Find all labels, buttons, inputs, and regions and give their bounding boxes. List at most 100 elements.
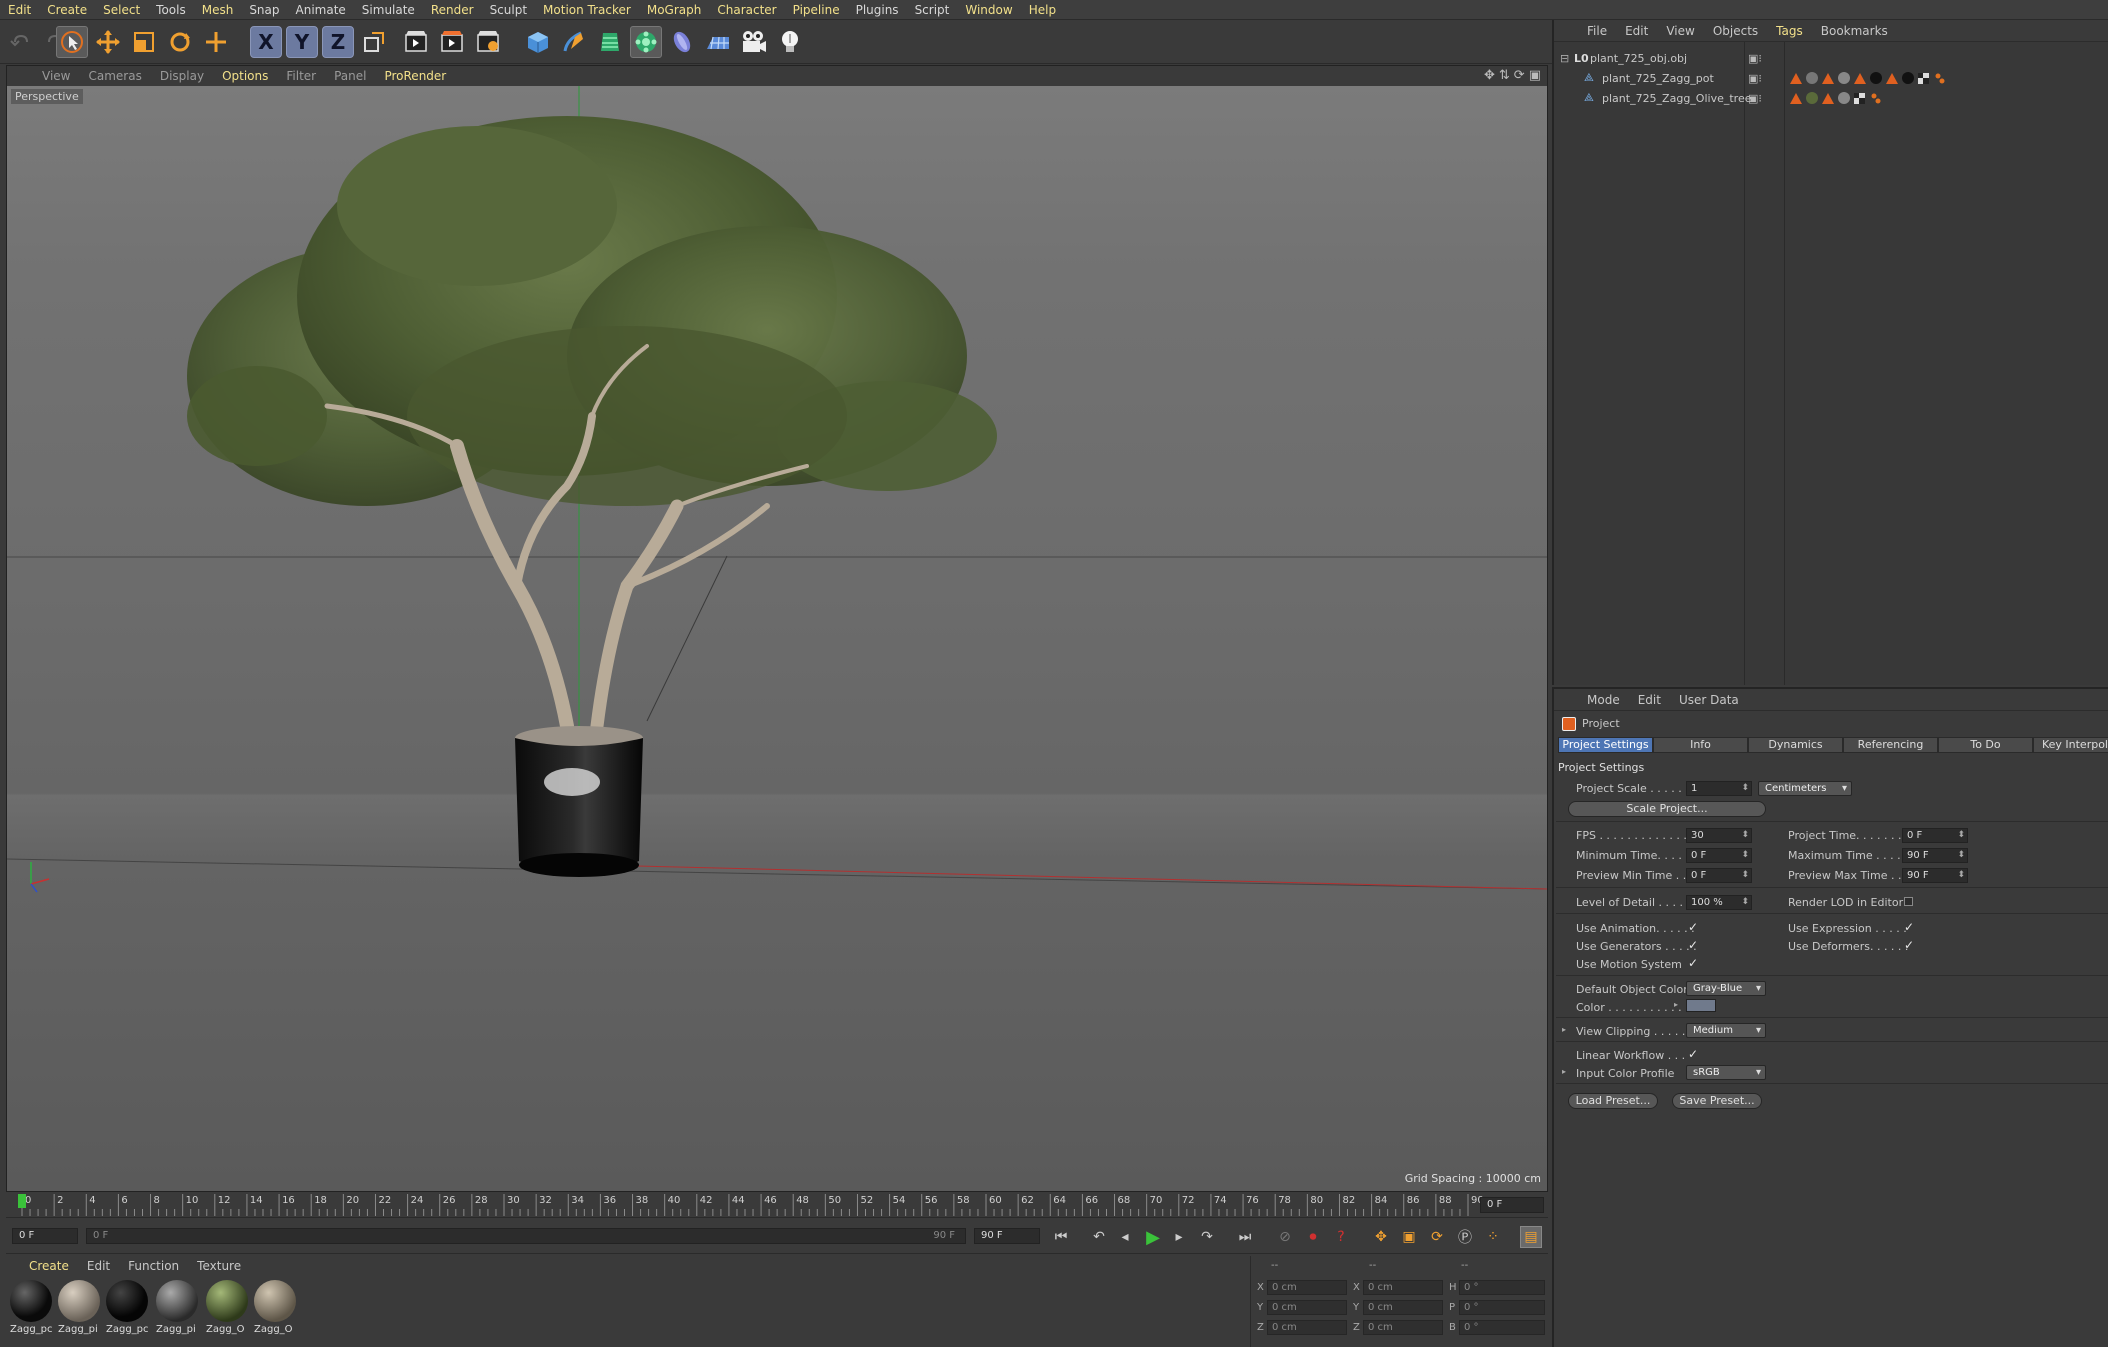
mograph-cloner-icon[interactable] [630,26,662,58]
floor-environment-icon[interactable] [702,26,734,58]
timeline-ruler[interactable]: 0 2 4 6 8 10 12 14 16 18 20 22 24 26 28 30 32 34 36 38 40 42 4… [6,1192,1548,1218]
next-key-icon[interactable]: ↷ [1196,1226,1218,1248]
material-swatch[interactable] [58,1280,100,1322]
menu-edit[interactable]: Edit [0,3,39,17]
fps-input[interactable]: 30 [1686,828,1752,843]
menu-snap[interactable]: Snap [241,3,287,17]
use-deformers-checkbox[interactable]: ✓ [1904,939,1916,951]
start-frame-field[interactable]: 0 F [12,1228,78,1244]
pen-spline-icon[interactable] [558,26,590,58]
live-selection-icon[interactable] [56,26,88,58]
size-x-input[interactable]: 0 cm [1363,1280,1443,1295]
use-animation-checkbox[interactable]: ✓ [1688,921,1700,933]
scale-tool-icon[interactable] [128,26,160,58]
linear-workflow-checkbox[interactable]: ✓ [1688,1048,1700,1060]
next-frame-icon[interactable]: ▸ [1168,1226,1190,1248]
rotation-b-input[interactable]: 0 ° [1459,1320,1545,1335]
rotate-tool-icon[interactable] [164,26,196,58]
undo-icon[interactable] [4,26,36,58]
mm-menu-texture[interactable]: Texture [188,1259,250,1273]
current-frame-field[interactable]: 0 F [1480,1197,1544,1213]
om-menu-edit[interactable]: Edit [1616,24,1657,38]
coordinate-system-icon[interactable] [358,26,390,58]
y-axis-lock-button[interactable]: Y [286,26,318,58]
menu-pipeline[interactable]: Pipeline [785,3,848,17]
menu-window[interactable]: Window [957,3,1020,17]
menu-character[interactable]: Character [709,3,784,17]
project-scale-unit-dropdown[interactable]: Centimeters [1758,781,1852,796]
render-lod-checkbox[interactable] [1904,897,1913,906]
material-tags[interactable] [1788,71,1988,85]
play-icon[interactable]: ▶ [1142,1226,1164,1248]
render-view-icon[interactable] [400,26,432,58]
deformer-icon[interactable] [666,26,698,58]
scale-project-button[interactable]: Scale Project... [1568,801,1766,817]
menu-animate[interactable]: Animate [288,3,354,17]
load-preset-button[interactable]: Load Preset... [1568,1093,1658,1109]
tab-info[interactable]: Info [1653,737,1748,753]
collapse-icon[interactable]: ⊟ [1560,52,1569,65]
visibility-toggle-icon[interactable]: ▣⁝ [1748,92,1762,105]
minimum-time-input[interactable]: 0 F [1686,848,1752,863]
menu-render[interactable]: Render [423,3,482,17]
am-menu-user-data[interactable]: User Data [1670,693,1748,707]
expand-arrow-icon[interactable]: ▸ [1562,1067,1566,1076]
render-picture-viewer-icon[interactable] [436,26,468,58]
am-menu-mode[interactable]: Mode [1578,693,1629,707]
viewport-menu-view[interactable]: View [33,69,79,83]
playhead[interactable] [18,1194,26,1208]
object-name[interactable]: plant_725_Zagg_pot [1602,72,1714,85]
position-z-input[interactable]: 0 cm [1267,1320,1347,1335]
object-name[interactable]: plant_725_Zagg_Olive_tree [1602,92,1751,105]
visibility-toggle-icon[interactable]: ▣⁝ [1748,72,1762,85]
key-position-icon[interactable]: ✥ [1370,1226,1392,1248]
viewport-canvas[interactable]: Perspective Grid Spacing: 10000 cm [7,86,1547,1191]
pan-icon[interactable]: ✥ [1484,68,1495,83]
preview-max-time-input[interactable]: 90 F [1902,868,1968,883]
menu-sculpt[interactable]: Sculpt [482,3,535,17]
menu-select[interactable]: Select [95,3,148,17]
mm-menu-function[interactable]: Function [119,1259,188,1273]
material-swatch[interactable] [10,1280,52,1322]
tab-project-settings[interactable]: Project Settings [1558,737,1653,753]
key-parameter-icon[interactable]: Ⓟ [1454,1226,1476,1248]
cube-primitive-icon[interactable] [522,26,554,58]
menu-motion-tracker[interactable]: Motion Tracker [535,3,639,17]
rotation-p-input[interactable]: 0 ° [1459,1300,1545,1315]
om-menu-objects[interactable]: Objects [1704,24,1767,38]
z-axis-lock-button[interactable]: Z [322,26,354,58]
nurbs-generator-icon[interactable] [594,26,626,58]
maximize-view-icon[interactable]: ▣ [1529,68,1541,83]
end-frame-field[interactable]: 90 F [974,1228,1040,1244]
rotation-h-input[interactable]: 0 ° [1459,1280,1545,1295]
mm-menu-edit[interactable]: Edit [78,1259,119,1273]
mm-menu-create[interactable]: Create [20,1259,78,1273]
material-swatch[interactable] [106,1280,148,1322]
save-preset-button[interactable]: Save Preset... [1672,1093,1762,1109]
tab-key-interpolation[interactable]: Key Interpolat [2033,737,2108,753]
size-y-input[interactable]: 0 cm [1363,1300,1443,1315]
menu-help[interactable]: Help [1021,3,1064,17]
last-tool-icon[interactable] [200,26,232,58]
om-menu-tags[interactable]: Tags [1767,24,1812,38]
goto-start-icon[interactable]: ⏮ [1050,1226,1072,1248]
camera-icon[interactable] [738,26,770,58]
tab-referencing[interactable]: Referencing [1843,737,1938,753]
move-tool-icon[interactable] [92,26,124,58]
use-generators-checkbox[interactable]: ✓ [1688,939,1700,951]
expand-arrow-icon[interactable]: ▸ [1674,1000,1678,1009]
use-expression-checkbox[interactable]: ✓ [1904,921,1916,933]
menu-tools[interactable]: Tools [148,3,194,17]
use-motion-system-checkbox[interactable]: ✓ [1688,957,1700,969]
orbit-icon[interactable]: ⟳ [1514,68,1525,83]
om-menu-view[interactable]: View [1657,24,1703,38]
prev-key-icon[interactable]: ↶ [1088,1226,1110,1248]
key-point-level-icon[interactable]: ⁘ [1482,1226,1504,1248]
view-clipping-dropdown[interactable]: Medium [1686,1023,1766,1038]
menu-mesh[interactable]: Mesh [194,3,242,17]
perspective-viewport[interactable]: View Cameras Display Options Filter Pane… [6,65,1548,1192]
key-rotation-icon[interactable]: ⟳ [1426,1226,1448,1248]
om-menu-bookmarks[interactable]: Bookmarks [1812,24,1897,38]
input-color-profile-dropdown[interactable]: sRGB [1686,1065,1766,1080]
autokey-icon[interactable]: ⏺ [1302,1226,1324,1248]
